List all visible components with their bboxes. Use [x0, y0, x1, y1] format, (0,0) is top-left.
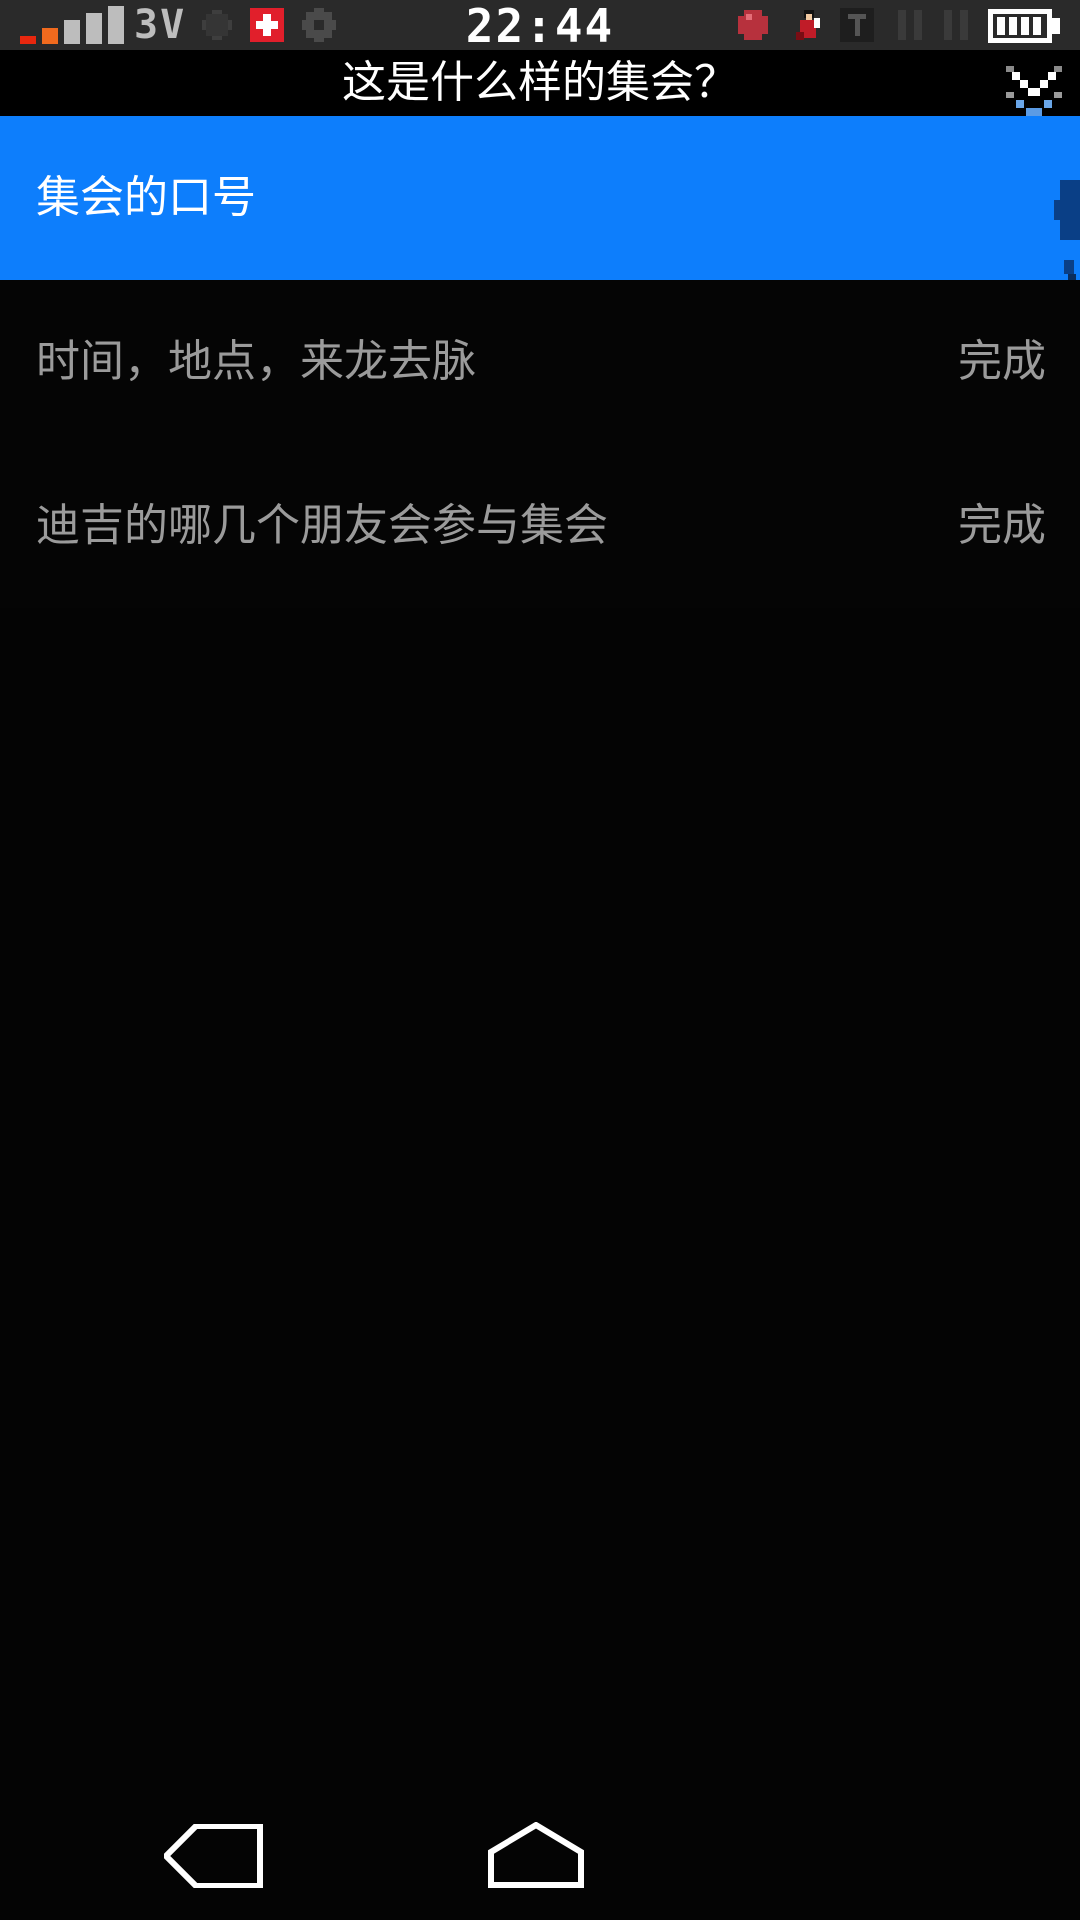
- list-item-label: 迪吉的哪几个朋友会参与集会: [36, 500, 608, 551]
- list-item[interactable]: 时间，地点，来龙去脉 完成: [0, 280, 1080, 444]
- battery-icon: [988, 9, 1060, 43]
- medical-cross-icon: [250, 8, 284, 42]
- pause-icon: [898, 10, 922, 40]
- list-item-status: 完成: [958, 500, 1046, 551]
- signal-icon: [20, 6, 124, 44]
- list-item-label: 时间，地点，来龙去脉: [36, 336, 476, 387]
- dialog-title: 这是什么样的集会？: [342, 57, 738, 108]
- gear-icon: [302, 8, 336, 42]
- game-screen: 3V 22:44 这是什么样的集会？ 集会的口号 时间，地点，来龙去脉 完成 迪…: [0, 0, 1080, 1920]
- list-item[interactable]: 集会的口号: [0, 116, 1080, 330]
- fruit-icon: [738, 10, 768, 40]
- network-type-label: 3V: [134, 2, 187, 48]
- question-list: 集会的口号 时间，地点，来龙去脉 完成 迪吉的哪几个朋友会参与集会 完成: [0, 116, 1080, 608]
- fan-icon: [202, 10, 232, 40]
- list-item[interactable]: 迪吉的哪几个朋友会参与集会 完成: [0, 444, 1080, 608]
- clock: 22:44: [465, 0, 615, 53]
- list-item-status: 完成: [958, 336, 1046, 387]
- character-icon: [796, 10, 820, 40]
- dialog-header: 这是什么样的集会？: [0, 50, 1080, 126]
- home-icon[interactable]: [488, 1822, 584, 1888]
- status-bar: 3V 22:44: [0, 0, 1080, 53]
- t-icon: [840, 8, 874, 42]
- navigation-bar: [0, 1800, 1080, 1920]
- list-item-label: 集会的口号: [36, 172, 256, 223]
- pause-icon: [944, 10, 968, 40]
- back-icon[interactable]: [164, 1824, 264, 1888]
